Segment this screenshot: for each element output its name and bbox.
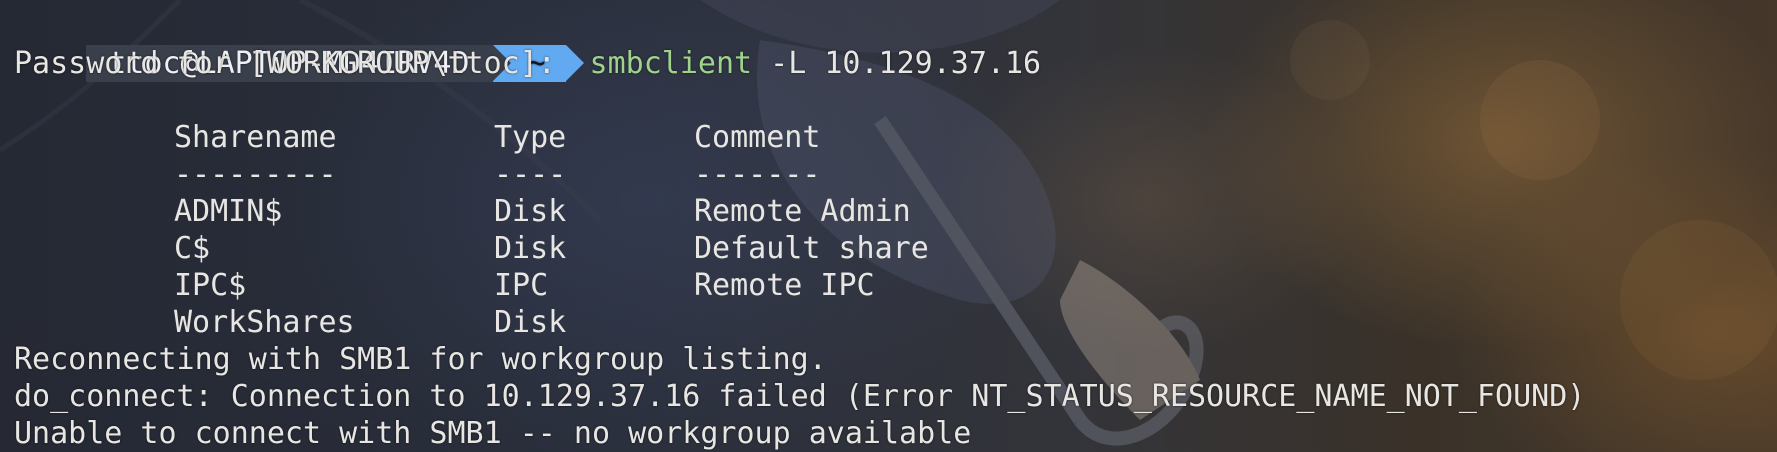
separator-type: ---- (494, 157, 567, 192)
share-comment: Remote Admin (694, 194, 911, 229)
share-name: ADMIN$ (174, 194, 283, 229)
table-row: ADMIN$ Disk Remote Admin (0, 193, 1000, 230)
prompt-line: ttoc@LAPTOP-MD4IRV4D ~ smbclient -L 10.129… (14, 8, 1041, 82)
share-name: C$ (174, 231, 211, 266)
table-row: C$ Disk Default share (0, 230, 1000, 267)
share-type: Disk (494, 305, 567, 340)
output-line: Reconnecting with SMB1 for workgroup lis… (14, 342, 827, 377)
table-header-row: Sharename Type Comment (0, 119, 1000, 156)
share-comment: Remote IPC (694, 268, 875, 303)
share-type: Disk (494, 231, 567, 266)
header-sharename: Sharename (174, 120, 337, 155)
separator-sharename: --------- (174, 157, 337, 192)
table-row: WorkShares Disk (0, 304, 1000, 341)
terminal-window[interactable]: ttoc@LAPTOP-MD4IRV4D ~ smbclient -L 10.129… (0, 0, 1777, 452)
share-name: IPC$ (174, 268, 247, 303)
output-line: Unable to connect with SMB1 -- no workgr… (14, 416, 972, 451)
password-prompt: Password for [WORKGROUP\ttoc]: (14, 46, 556, 81)
share-name: WorkShares (174, 305, 355, 340)
header-type: Type (494, 120, 567, 155)
share-comment: Default share (694, 231, 929, 266)
share-table: Sharename Type Comment --------- ---- --… (0, 119, 1000, 340)
share-type: Disk (494, 194, 567, 229)
header-comment: Comment (694, 120, 821, 155)
command-name: smbclient (589, 46, 753, 81)
table-row: IPC$ IPC Remote IPC (0, 267, 1000, 304)
command-args: -L 10.129.37.16 (752, 46, 1042, 81)
table-separator-row: --------- ---- ------- (0, 156, 1000, 193)
output-line: do_connect: Connection to 10.129.37.16 f… (14, 379, 1586, 414)
share-type: IPC (494, 268, 549, 303)
separator-comment: ------- (694, 157, 821, 192)
